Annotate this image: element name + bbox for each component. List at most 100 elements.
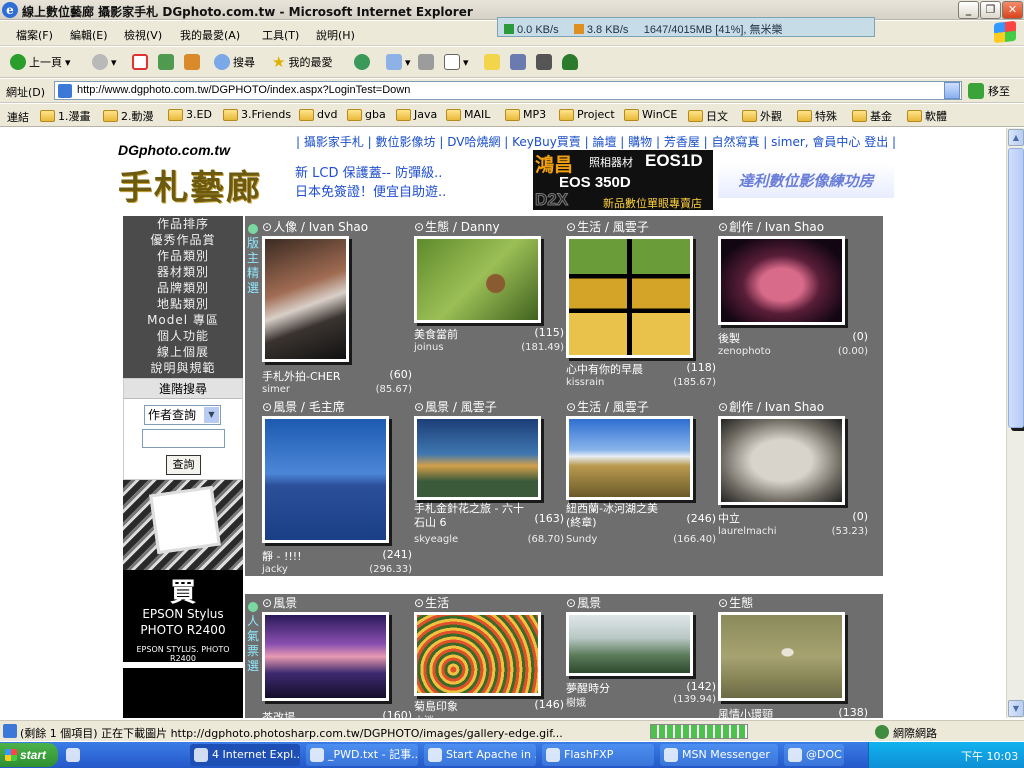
link-folder[interactable]: 外觀 — [742, 108, 782, 124]
photo-thumbnail[interactable] — [566, 236, 693, 358]
minimize-button[interactable]: _ — [958, 1, 979, 19]
top-navigation[interactable]: | 攝影家手札 | 數位影像坊 | DV哈燒網 | KeyBuy買賣 | 論壇 … — [296, 133, 896, 150]
print-button[interactable] — [418, 52, 434, 72]
promo-link[interactable]: 新 LCD 保護蓋-- 防彈級.. — [295, 162, 442, 181]
menu-item[interactable]: 說明與規範 — [123, 360, 243, 376]
link-folder[interactable]: 基金 — [852, 108, 892, 124]
start-button[interactable]: start — [0, 743, 58, 767]
research-button[interactable] — [510, 52, 526, 72]
link-folder[interactable]: 3.ED — [168, 108, 212, 121]
link-folder[interactable]: 日文 — [688, 108, 728, 124]
menu-favorites[interactable]: 我的最愛(A) — [180, 27, 240, 43]
menu-item[interactable]: 作品類別 — [123, 248, 243, 264]
photo-count: (241) — [382, 548, 412, 561]
link-folder[interactable]: 1.漫畫 — [40, 108, 91, 124]
photo-thumbnail[interactable] — [718, 236, 845, 325]
menu-file[interactable]: 檔案(F) — [16, 27, 53, 43]
link-folder[interactable]: 軟體 — [907, 108, 947, 124]
taskbar-item[interactable]: FlashFXP — [542, 744, 654, 766]
taskbar-item[interactable]: @DOC — [784, 744, 844, 766]
menu-item[interactable]: Model 專區 — [123, 312, 243, 328]
menu-view[interactable]: 檢視(V) — [124, 27, 162, 43]
camera-store-banner[interactable]: 鴻昌 照相器材 EOS1D EOS 350D D2X 新品數位單眼專賣店 — [533, 150, 713, 210]
photo-thumbnail[interactable] — [262, 612, 389, 701]
photo-score: (181.49) — [521, 342, 564, 353]
notes-button[interactable] — [484, 52, 500, 72]
link-folder[interactable]: gba — [347, 108, 386, 121]
refresh-icon — [158, 54, 174, 70]
stop-button[interactable] — [132, 52, 148, 72]
link-folder[interactable]: Java — [396, 108, 437, 121]
clock[interactable]: 下午 10:03 — [961, 748, 1018, 764]
menu-item[interactable]: 品牌類別 — [123, 280, 243, 296]
link-folder[interactable]: MAIL — [446, 108, 490, 121]
search-type-select[interactable]: 作者查詢 ▼ — [144, 405, 221, 425]
menu-item[interactable]: 地點類別 — [123, 296, 243, 312]
menu-item[interactable]: 器材類別 — [123, 264, 243, 280]
menu-item[interactable]: 個人功能 — [123, 328, 243, 344]
link-folder[interactable]: 2.動漫 — [103, 108, 154, 124]
refresh-button[interactable] — [158, 52, 174, 72]
photo-thumbnail[interactable] — [414, 236, 541, 323]
history-button[interactable] — [354, 52, 370, 72]
site-logo[interactable]: 手札藝廊 — [118, 160, 262, 209]
menu-item[interactable]: 作品排序 — [123, 216, 243, 232]
messenger-button[interactable] — [562, 52, 578, 72]
link-label: Project — [577, 108, 615, 121]
home-button[interactable] — [184, 52, 200, 72]
photo-thumbnail[interactable] — [414, 612, 541, 696]
mail-button[interactable]: ▾ — [386, 52, 411, 72]
taskbar-item[interactable]: Start Apache in ... — [424, 744, 536, 766]
link-folder[interactable]: dvd — [299, 108, 337, 121]
scroll-up-icon[interactable]: ▲ — [1008, 129, 1024, 146]
banner-sub: 照相器材 — [589, 156, 633, 169]
link-label: 2.動漫 — [121, 110, 154, 123]
calc-button[interactable] — [536, 52, 552, 72]
taskbar-item[interactable]: _PWD.txt - 記事... — [306, 744, 418, 766]
taskbar-item[interactable]: 4 Internet Expl... — [190, 744, 300, 766]
menu-edit[interactable]: 編輯(E) — [70, 27, 108, 43]
search-input[interactable] — [142, 429, 225, 448]
link-folder[interactable]: WinCE — [624, 108, 677, 121]
address-input[interactable]: http://www.dgphoto.com.tw/DGPHOTO/index.… — [54, 81, 962, 100]
link-folder[interactable]: 3.Friends — [223, 108, 291, 121]
menu-tools[interactable]: 工具(T) — [262, 27, 299, 43]
scroll-thumb[interactable] — [1008, 148, 1024, 428]
link-label: MP3 — [523, 108, 547, 121]
vertical-scrollbar[interactable]: ▲ ▼ — [1006, 128, 1024, 718]
maximize-button[interactable]: ❐ — [980, 1, 1001, 19]
scroll-down-icon[interactable]: ▼ — [1008, 700, 1024, 717]
link-folder[interactable]: MP3 — [505, 108, 546, 121]
photo-thumbnail[interactable] — [718, 612, 845, 701]
go-button[interactable]: 移至 — [968, 83, 1010, 99]
photo-thumbnail[interactable] — [262, 416, 389, 543]
menu-item[interactable]: 優秀作品賞 — [123, 232, 243, 248]
address-dropdown-button[interactable] — [944, 82, 960, 99]
search-submit-button[interactable]: 查詢 — [166, 455, 201, 475]
menu-item[interactable]: 線上個展 — [123, 344, 243, 360]
search-button[interactable]: 搜尋 — [214, 52, 255, 72]
quick-launch[interactable] — [62, 744, 180, 766]
link-folder[interactable]: Project — [559, 108, 615, 121]
taskbar-item[interactable]: MSN Messenger — [660, 744, 778, 766]
forward-button[interactable]: ▾ — [92, 52, 117, 72]
promo-link[interactable]: 日本免簽證！便宜自助遊.. — [295, 181, 446, 200]
link-folder[interactable]: 特殊 — [797, 108, 837, 124]
back-button[interactable]: 上一頁 ▾ — [10, 52, 71, 72]
calculator-icon — [536, 54, 552, 70]
gallery-menu: 作品排序 優秀作品賞 作品類別 器材類別 品牌類別 地點類別 Model 專區 … — [123, 216, 243, 378]
photo-thumbnail[interactable] — [566, 612, 693, 676]
menu-help[interactable]: 說明(H) — [316, 27, 355, 43]
close-button[interactable]: ✕ — [1002, 1, 1023, 19]
photo-thumbnail[interactable] — [566, 416, 693, 500]
favorites-button[interactable]: ★ 我的最愛 — [272, 52, 332, 72]
site-logo-text[interactable]: DGphoto.com.tw — [118, 142, 230, 158]
photo-thumbnail[interactable] — [262, 236, 349, 362]
edit-button[interactable]: ▾ — [444, 52, 469, 72]
workshop-banner[interactable]: 達利數位影像練功房 — [718, 164, 894, 198]
photo-thumbnail[interactable] — [414, 416, 541, 500]
epson-ad[interactable]: 買 EPSON Stylus PHOTO R2400 EPSON STYLUS.… — [123, 480, 243, 662]
secondary-ad[interactable] — [123, 668, 243, 718]
left-sidebar: 作品排序 優秀作品賞 作品類別 器材類別 品牌類別 地點類別 Model 專區 … — [123, 216, 243, 718]
photo-thumbnail[interactable] — [718, 416, 845, 505]
